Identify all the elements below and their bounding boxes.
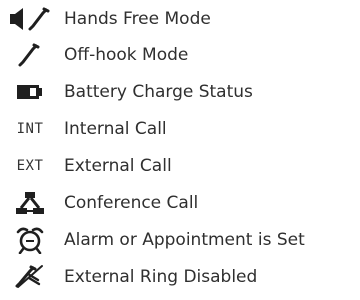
legend-label: Internal Call xyxy=(64,119,167,139)
legend-label: Conference Call xyxy=(64,193,199,213)
legend-label: Off-hook Mode xyxy=(64,45,189,65)
conference-icon xyxy=(4,185,56,221)
int-text-icon: INT xyxy=(4,111,56,147)
legend-row-internal-call: INT Internal Call xyxy=(0,111,360,147)
ext-text-icon: EXT xyxy=(4,148,56,184)
speaker-handset-icon xyxy=(4,1,56,37)
legend-label: Alarm or Appointment is Set xyxy=(64,230,305,250)
legend-label: Hands Free Mode xyxy=(64,9,211,29)
int-text: INT xyxy=(16,121,44,137)
handset-icon xyxy=(4,37,56,73)
legend-label: External Call xyxy=(64,156,172,176)
legend-row-hands-free: Hands Free Mode xyxy=(0,1,360,37)
legend-row-alarm: Alarm or Appointment is Set xyxy=(0,222,360,258)
ext-text: EXT xyxy=(16,158,44,174)
legend-row-off-hook: Off-hook Mode xyxy=(0,37,360,73)
legend-row-ringer-off: External Ring Disabled xyxy=(0,259,360,295)
icon-legend: Hands Free Mode Off-hook Mode Battery Ch… xyxy=(0,0,360,300)
alarm-clock-icon xyxy=(4,222,56,258)
legend-row-conference: Conference Call xyxy=(0,185,360,221)
ringer-off-icon xyxy=(4,259,56,295)
legend-label: External Ring Disabled xyxy=(64,267,258,287)
battery-icon xyxy=(4,74,56,110)
legend-row-battery: Battery Charge Status xyxy=(0,74,360,110)
legend-label: Battery Charge Status xyxy=(64,82,253,102)
legend-row-external-call: EXT External Call xyxy=(0,148,360,184)
